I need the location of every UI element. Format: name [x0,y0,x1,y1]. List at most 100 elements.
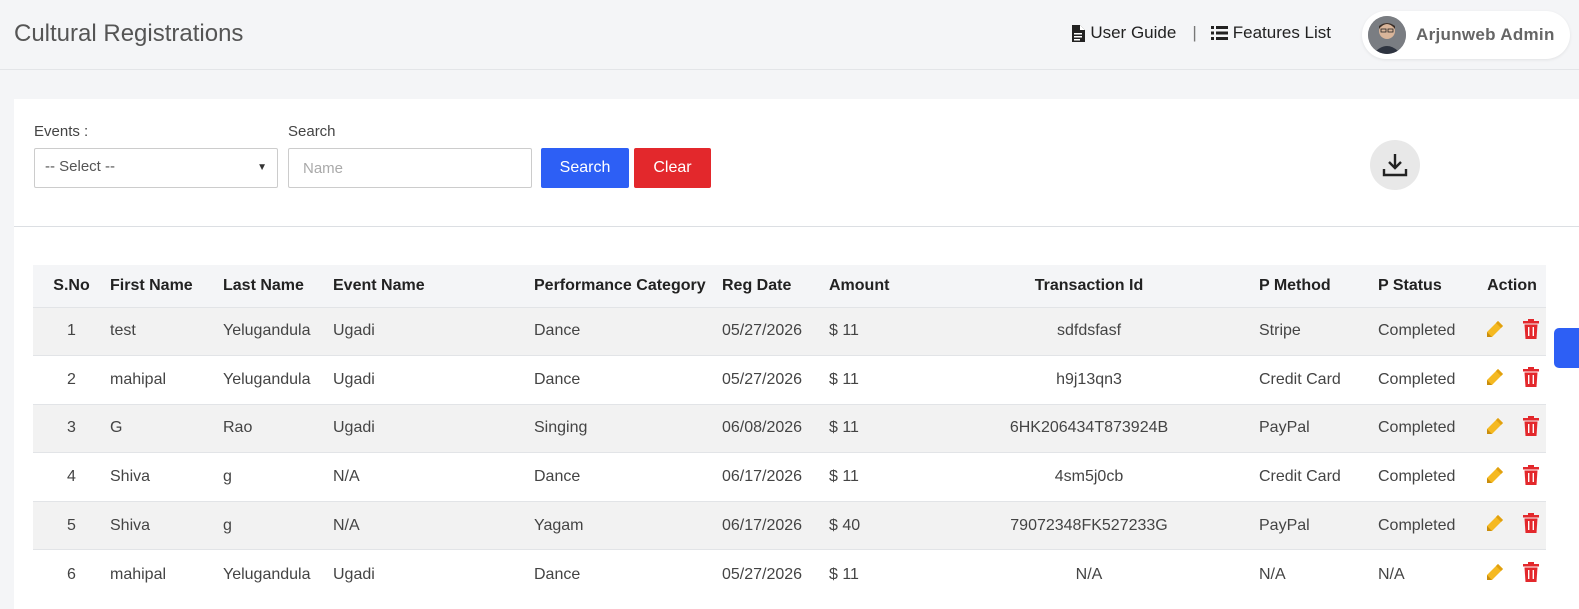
cell-sno: 1 [67,322,76,340]
features-list-label: Features List [1232,23,1331,42]
edit-button[interactable] [1485,319,1505,344]
cell-action [1478,550,1546,599]
download-button[interactable] [1370,140,1420,190]
list-icon [1210,26,1228,40]
cell-first-name: mahipal [110,370,167,388]
cell-category: Dance [534,322,581,340]
table-row: 4 Shiva g N/A Dance 06/17/2026 $ 11 4sm5… [33,452,1546,502]
edit-button[interactable] [1485,513,1505,538]
cell-transaction-id: 6HK206434T873924B [1009,419,1169,437]
search-input[interactable] [288,148,532,188]
delete-button[interactable] [1523,367,1539,392]
cell-action [1478,307,1546,356]
cell-transaction-id: sdfdsfasf [1056,322,1122,340]
col-transaction-id: Transaction Id [1034,276,1144,294]
cell-reg-date: 06/17/2026 [722,468,803,486]
cell-transaction-id: 4sm5j0cb [1054,468,1124,486]
delete-button[interactable] [1523,318,1539,344]
delete-button[interactable] [1523,464,1539,490]
pencil-icon [1487,320,1503,337]
cell-category: Dance [534,468,581,486]
search-label: Search [288,123,336,140]
header-links: User Guide | Features List [1071,23,1331,43]
col-p-method: P Method [1259,276,1331,294]
table-row: 3 G Rao Ugadi Singing 06/08/2026 $ 11 6H… [33,404,1546,453]
pencil-icon [1487,466,1503,483]
events-select-value: -- Select -- [45,158,116,175]
search-button[interactable]: Search [541,148,629,188]
cell-event-name: Ugadi [333,565,375,583]
top-header: Cultural Registrations User Guide | Feat… [0,0,1579,70]
events-select[interactable]: -- Select -- ▼ [34,148,278,188]
delete-button[interactable] [1523,415,1539,441]
cell-first-name: G [110,419,123,437]
user-name: Arjunweb Admin [1416,25,1555,44]
cell-event-name: N/A [333,516,360,534]
cell-amount: $ 11 [829,322,859,340]
edit-button[interactable] [1485,367,1505,392]
user-guide-label: User Guide [1090,23,1177,42]
cell-reg-date: 05/27/2026 [722,370,803,388]
cell-event-name: Ugadi [333,322,375,340]
cell-event-name: Ugadi [333,419,375,437]
cell-reg-date: 05/27/2026 [722,322,803,340]
cell-sno: 4 [67,468,76,486]
col-event-name: Event Name [333,276,425,294]
table-header-row: S.No First Name Last Name Event Name Per… [33,265,1546,307]
cell-p-method: Stripe [1259,322,1301,340]
filter-bar: Events : -- Select -- ▼ Search Search Cl… [14,99,1579,227]
trash-icon [1523,367,1539,388]
trash-icon [1523,562,1539,583]
col-action: Action [1487,276,1537,294]
cell-amount: $ 40 [829,516,861,534]
user-menu[interactable]: Arjunweb Admin [1362,11,1570,59]
cell-event-name: Ugadi [333,370,375,388]
trash-icon [1523,415,1539,436]
cell-first-name: Shiva [110,516,151,534]
cell-first-name: test [110,322,136,340]
cell-transaction-id: 79072348FK527233G [1010,516,1168,534]
cell-last-name: Yelugandula [223,370,311,388]
side-panel-toggle[interactable] [1554,328,1579,368]
cell-amount: $ 11 [829,565,859,583]
pencil-icon [1487,369,1503,386]
cell-p-method: PayPal [1259,516,1310,534]
cell-category: Singing [534,419,588,437]
cell-first-name: mahipal [110,565,167,583]
cell-p-status: Completed [1378,516,1456,534]
cell-action [1478,356,1546,405]
edit-button[interactable] [1485,416,1505,441]
cell-last-name: Yelugandula [223,565,311,583]
features-list-link[interactable]: Features List [1210,23,1331,43]
cell-p-method: PayPal [1259,419,1310,437]
table-row: 6 mahipal Yelugandula Ugadi Dance 05/27/… [33,549,1546,599]
edit-button[interactable] [1485,562,1505,587]
header-separator: | [1192,23,1197,42]
cell-transaction-id: h9j13qn3 [1056,370,1122,388]
col-amount: Amount [829,276,890,294]
cell-category: Yagam [534,516,584,534]
cell-sno: 2 [67,370,76,388]
col-p-status: P Status [1378,276,1442,294]
cell-p-status: Completed [1378,370,1456,388]
cell-event-name: N/A [333,468,360,486]
user-guide-link[interactable]: User Guide [1071,23,1176,43]
cell-action [1478,453,1546,502]
trash-icon [1523,513,1539,534]
avatar [1368,16,1406,54]
edit-button[interactable] [1485,465,1505,490]
delete-button[interactable] [1523,513,1539,538]
pencil-icon [1487,564,1503,581]
cell-p-method: N/A [1259,565,1286,583]
cell-last-name: Yelugandula [223,322,311,340]
col-reg-date: Reg Date [722,276,792,294]
cell-amount: $ 11 [829,468,859,486]
cell-first-name: Shiva [110,468,151,486]
cell-reg-date: 06/17/2026 [722,516,803,534]
cell-action [1478,404,1546,453]
table-row: 1 test Yelugandula Ugadi Dance 05/27/202… [33,307,1546,356]
clear-button[interactable]: Clear [634,148,711,188]
delete-button[interactable] [1523,562,1539,587]
cell-p-status: Completed [1378,322,1456,340]
cell-sno: 5 [67,516,76,534]
